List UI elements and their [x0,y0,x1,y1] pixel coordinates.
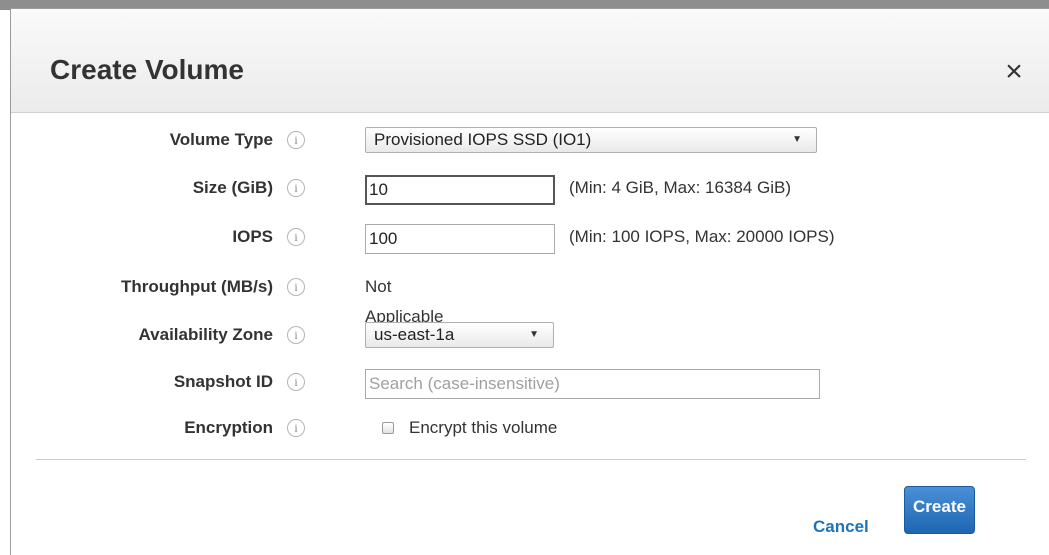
dialog-title: Create Volume [50,54,244,85]
create-volume-dialog: Create Volume × Volume Type i Provisione… [10,8,1049,555]
volume-type-value: Provisioned IOPS SSD (IO1) [374,130,592,149]
encryption-row: Encryption i Encrypt this volume [11,413,1049,443]
iops-label: IOPS [232,227,273,246]
screen: Create Volume × Volume Type i Provisione… [0,0,1049,555]
info-icon[interactable]: i [287,278,305,296]
info-icon[interactable]: i [287,373,305,391]
snapshot-id-label: Snapshot ID [173,372,273,391]
availability-zone-select[interactable]: us-east-1a ▼ [365,322,554,348]
availability-zone-label: Availability Zone [138,325,273,344]
encryption-label: Encryption [184,418,273,437]
snapshot-id-search-input[interactable]: Search (case-insensitive) [365,369,820,399]
encrypt-checkbox[interactable] [382,422,394,434]
iops-row: IOPS i 100 (Min: 100 IOPS, Max: 20000 IO… [11,222,1049,254]
iops-input[interactable]: 100 [365,224,555,254]
footer-divider [36,459,1026,460]
size-hint: (Min: 4 GiB, Max: 16384 GiB) [569,178,792,197]
snapshot-id-row: Snapshot ID i Search (case-insensitive) [11,367,1049,399]
chevron-down-icon: ▼ [792,134,802,145]
size-input[interactable]: 10 [365,175,555,205]
dialog-header: Create Volume × [11,9,1049,113]
volume-type-select[interactable]: Provisioned IOPS SSD (IO1) ▼ [365,127,817,153]
throughput-label: Throughput (MB/s) [120,277,273,296]
throughput-row: Throughput (MB/s) i Not Applicable [11,272,1049,326]
cancel-button[interactable]: Cancel [813,515,869,539]
info-icon[interactable]: i [287,131,305,149]
throughput-value: Not Applicable [365,277,444,326]
availability-zone-value: us-east-1a [374,325,455,344]
info-icon[interactable]: i [287,326,305,344]
info-icon[interactable]: i [287,228,305,246]
info-icon[interactable]: i [287,419,305,437]
chevron-down-icon: ▼ [529,329,539,340]
availability-zone-row: Availability Zone i us-east-1a ▼ [11,320,1049,350]
encrypt-checkbox-label[interactable]: Encrypt this volume [409,413,557,443]
volume-type-row: Volume Type i Provisioned IOPS SSD (IO1)… [11,125,1049,155]
close-icon[interactable]: × [999,57,1029,87]
volume-type-label: Volume Type [169,130,273,149]
size-row: Size (GiB) i 10 (Min: 4 GiB, Max: 16384 … [11,173,1049,205]
iops-hint: (Min: 100 IOPS, Max: 20000 IOPS) [569,227,835,246]
info-icon[interactable]: i [287,179,305,197]
size-label: Size (GiB) [192,178,273,197]
create-button[interactable]: Create [904,486,975,534]
